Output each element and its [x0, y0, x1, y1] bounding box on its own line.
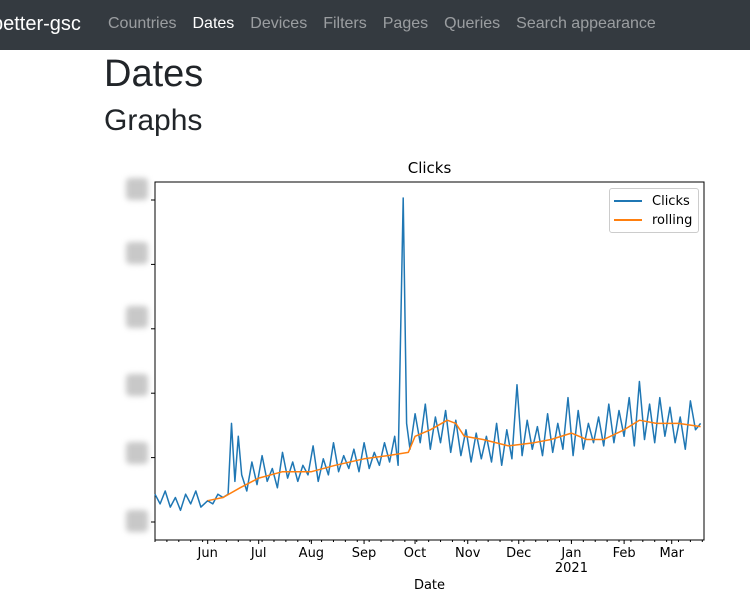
- plot-frame: [154, 181, 705, 541]
- x-tick-label: Jan: [560, 546, 581, 561]
- x-tick-label: Dec: [506, 546, 531, 561]
- x-tick-label: Nov: [455, 546, 481, 561]
- x-ticks: Jun Jul Aug Sep Oct Nov Dec Jan2021 Feb Mar: [154, 540, 703, 576]
- x-tick-label: Aug: [299, 546, 324, 561]
- legend-swatch-clicks: [614, 200, 642, 202]
- clicks-chart: Jun Jul Aug Sep Oct Nov Dec Jan2021 Feb Mar: [151, 181, 705, 576]
- chart-legend: Clicks rolling: [609, 188, 699, 233]
- legend-label-clicks: Clicks: [652, 193, 690, 209]
- series-lines: [154, 197, 702, 512]
- x-tick-sublabel: 2021: [555, 561, 588, 576]
- x-tick-label: Mar: [659, 546, 684, 561]
- x-axis-label: Date: [413, 578, 446, 593]
- legend-label-rolling: rolling: [652, 212, 693, 228]
- legend-swatch-rolling: [614, 219, 642, 221]
- series-line-clicks: [154, 197, 702, 512]
- x-tick-label: Jul: [250, 546, 267, 561]
- y-ticks: [151, 199, 155, 523]
- x-tick-label: Feb: [613, 546, 636, 561]
- x-tick-label: Jun: [197, 546, 218, 561]
- x-tick-label: Oct: [404, 546, 426, 561]
- x-tick-label: Sep: [352, 546, 377, 561]
- legend-entry-clicks: Clicks: [614, 193, 690, 209]
- legend-entry-rolling: rolling: [614, 212, 692, 228]
